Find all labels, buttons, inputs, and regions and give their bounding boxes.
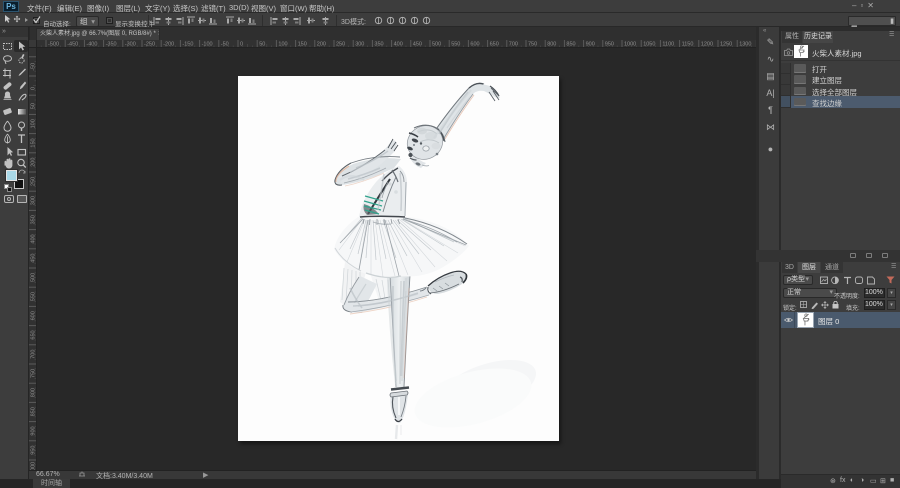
svg-text:-100: -100 [202, 42, 213, 48]
svg-text:-50: -50 [221, 42, 229, 48]
svg-text:1050: 1050 [643, 42, 655, 48]
svg-text:1100: 1100 [662, 42, 674, 48]
svg-text:1000: 1000 [31, 462, 37, 470]
svg-text:1000: 1000 [624, 42, 636, 48]
svg-text:-500: -500 [48, 42, 59, 48]
svg-text:-150: -150 [182, 42, 193, 48]
svg-text:1150: 1150 [682, 42, 694, 48]
svg-text:-300: -300 [125, 42, 136, 48]
svg-text:-200: -200 [163, 42, 174, 48]
svg-text:1200: 1200 [701, 42, 713, 48]
svg-text:50: 50 [31, 103, 37, 109]
svg-text:-350: -350 [106, 42, 117, 48]
svg-text:1300: 1300 [739, 42, 751, 48]
svg-text:0: 0 [31, 87, 37, 90]
svg-text:1250: 1250 [720, 42, 732, 48]
svg-text:-50: -50 [31, 63, 37, 71]
svg-text:-250: -250 [144, 42, 155, 48]
svg-text:-400: -400 [86, 42, 97, 48]
svg-text:-450: -450 [67, 42, 78, 48]
